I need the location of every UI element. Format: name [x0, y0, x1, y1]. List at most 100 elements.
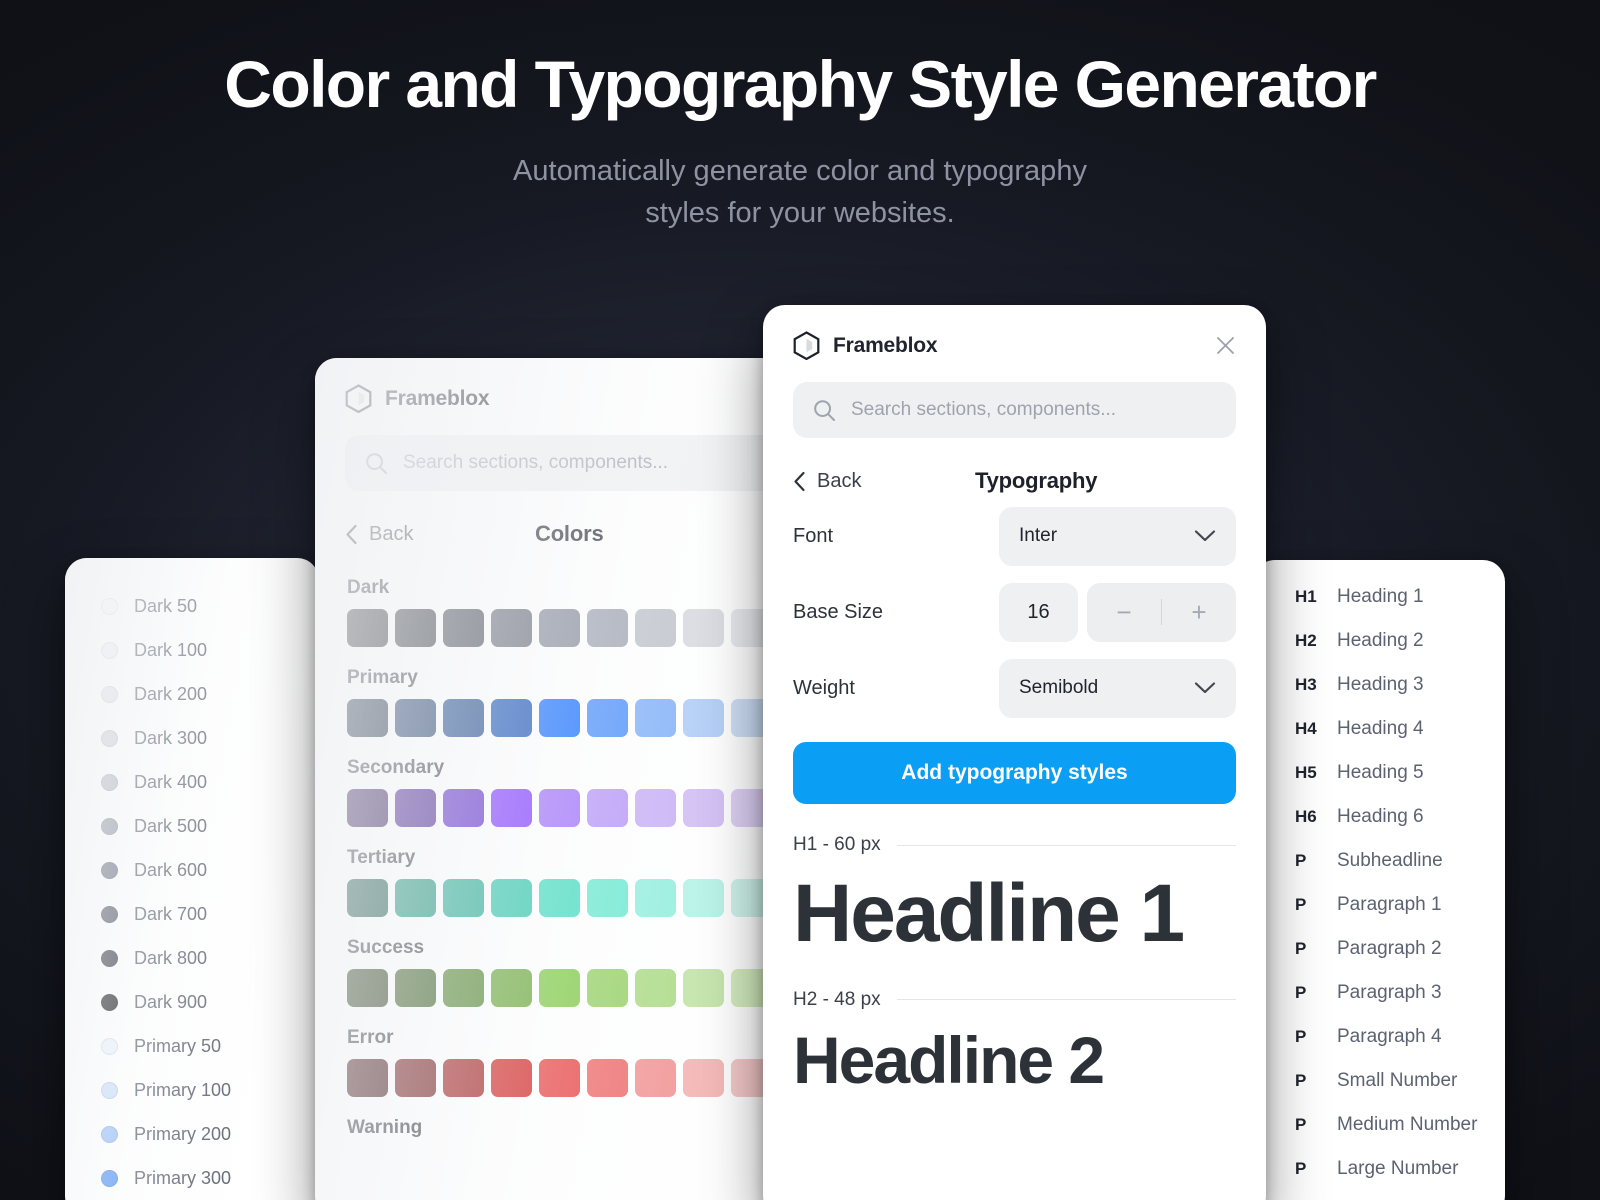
font-select[interactable]: Inter: [999, 506, 1236, 566]
color-swatch[interactable]: [683, 969, 724, 1007]
color-swatch[interactable]: [635, 609, 676, 647]
color-swatch[interactable]: [587, 789, 628, 827]
list-item[interactable]: Dark 900: [65, 980, 319, 1024]
close-icon[interactable]: [1215, 335, 1236, 356]
color-swatch[interactable]: [635, 1059, 676, 1097]
color-swatch[interactable]: [539, 879, 580, 917]
list-item[interactable]: P Medium Number: [1253, 1114, 1505, 1158]
color-swatch[interactable]: [587, 969, 628, 1007]
color-swatch[interactable]: [443, 789, 484, 827]
color-token-label: Dark 600: [134, 859, 208, 880]
color-swatch[interactable]: [395, 969, 436, 1007]
list-item[interactable]: Dark 200: [65, 672, 319, 716]
list-item[interactable]: P Large Number: [1253, 1158, 1505, 1200]
color-swatch[interactable]: [347, 879, 388, 917]
color-swatch[interactable]: [395, 1059, 436, 1097]
list-item[interactable]: Dark 800: [65, 936, 319, 980]
typography-token-name: Subheadline: [1337, 850, 1443, 871]
back-button[interactable]: Back: [345, 523, 413, 546]
color-swatch[interactable]: [443, 879, 484, 917]
list-item[interactable]: H4 Heading 4: [1253, 718, 1505, 762]
add-typography-styles-button[interactable]: Add typography styles: [793, 742, 1236, 804]
color-swatch[interactable]: [491, 969, 532, 1007]
color-swatch[interactable]: [635, 789, 676, 827]
increment-button[interactable]: +: [1162, 597, 1236, 628]
color-swatch[interactable]: [347, 699, 388, 737]
list-item[interactable]: Primary 300: [65, 1156, 319, 1200]
list-item[interactable]: H3 Heading 3: [1253, 674, 1505, 718]
color-swatch[interactable]: [443, 699, 484, 737]
color-token-label: Dark 300: [134, 727, 208, 748]
preview-sample-text: Headline 2: [793, 1022, 1105, 1097]
list-item[interactable]: P Paragraph 1: [1253, 894, 1505, 938]
color-swatch[interactable]: [491, 1059, 532, 1097]
color-swatch[interactable]: [683, 699, 724, 737]
base-size-input[interactable]: 16: [999, 582, 1078, 642]
list-item[interactable]: P Paragraph 3: [1253, 982, 1505, 1026]
list-item[interactable]: Primary 50: [65, 1024, 319, 1068]
list-item[interactable]: Dark 700: [65, 892, 319, 936]
color-swatch-dot: [101, 773, 118, 791]
list-item[interactable]: H6 Heading 6: [1253, 806, 1505, 850]
color-swatch[interactable]: [587, 879, 628, 917]
preview-size-label: H1 - 60 px: [793, 834, 881, 855]
color-swatch[interactable]: [347, 969, 388, 1007]
color-swatch[interactable]: [443, 969, 484, 1007]
list-item[interactable]: Dark 600: [65, 848, 319, 892]
color-swatch[interactable]: [539, 609, 580, 647]
list-item[interactable]: H1 Heading 1: [1253, 586, 1505, 630]
back-button[interactable]: Back: [793, 470, 861, 493]
color-swatch[interactable]: [395, 789, 436, 827]
list-item[interactable]: Dark 500: [65, 804, 319, 848]
list-item[interactable]: Primary 200: [65, 1112, 319, 1156]
color-swatch[interactable]: [683, 1059, 724, 1097]
color-swatch[interactable]: [539, 1059, 580, 1097]
typography-token-name: Medium Number: [1337, 1114, 1478, 1135]
color-swatch[interactable]: [491, 609, 532, 647]
list-item[interactable]: Dark 50: [65, 584, 319, 628]
typography-token-name: Heading 1: [1337, 586, 1424, 607]
list-item[interactable]: Dark 100: [65, 628, 319, 672]
color-token-label: Primary 200: [134, 1123, 232, 1144]
color-swatch[interactable]: [395, 879, 436, 917]
color-swatch[interactable]: [395, 699, 436, 737]
list-item[interactable]: P Subheadline: [1253, 850, 1505, 894]
color-swatch[interactable]: [347, 789, 388, 827]
weight-select[interactable]: Semibold: [999, 658, 1236, 718]
color-swatch[interactable]: [491, 789, 532, 827]
search-input[interactable]: Search sections, components...: [793, 382, 1236, 438]
color-swatch[interactable]: [635, 699, 676, 737]
color-swatch[interactable]: [683, 789, 724, 827]
list-item[interactable]: P Paragraph 4: [1253, 1026, 1505, 1070]
color-swatch[interactable]: [635, 969, 676, 1007]
list-item[interactable]: P Small Number: [1253, 1070, 1505, 1114]
color-swatch[interactable]: [587, 699, 628, 737]
color-swatch[interactable]: [491, 699, 532, 737]
list-item[interactable]: P Paragraph 2: [1253, 938, 1505, 982]
color-swatch[interactable]: [443, 1059, 484, 1097]
color-swatch[interactable]: [587, 609, 628, 647]
color-swatch[interactable]: [491, 879, 532, 917]
color-swatch[interactable]: [539, 969, 580, 1007]
color-swatch[interactable]: [539, 699, 580, 737]
color-swatch[interactable]: [539, 789, 580, 827]
list-item[interactable]: H2 Heading 2: [1253, 630, 1505, 674]
color-swatch-dot: [101, 993, 118, 1011]
list-item[interactable]: Dark 300: [65, 716, 319, 760]
color-swatch[interactable]: [347, 1059, 388, 1097]
color-swatch[interactable]: [443, 609, 484, 647]
list-item[interactable]: H5 Heading 5: [1253, 762, 1505, 806]
color-swatch[interactable]: [683, 879, 724, 917]
color-token-label: Dark 50: [134, 595, 198, 616]
color-swatch[interactable]: [683, 609, 724, 647]
typography-token-tag: H3: [1295, 675, 1317, 694]
color-swatch[interactable]: [395, 609, 436, 647]
decrement-button[interactable]: −: [1087, 597, 1161, 628]
color-swatch[interactable]: [635, 879, 676, 917]
color-swatch[interactable]: [347, 609, 388, 647]
list-item[interactable]: Dark 400: [65, 760, 319, 804]
list-item[interactable]: Primary 100: [65, 1068, 319, 1112]
color-swatch[interactable]: [587, 1059, 628, 1097]
typography-token-tag: P: [1295, 1159, 1307, 1178]
page-subtitle-line-2: styles for your websites.: [645, 196, 955, 229]
